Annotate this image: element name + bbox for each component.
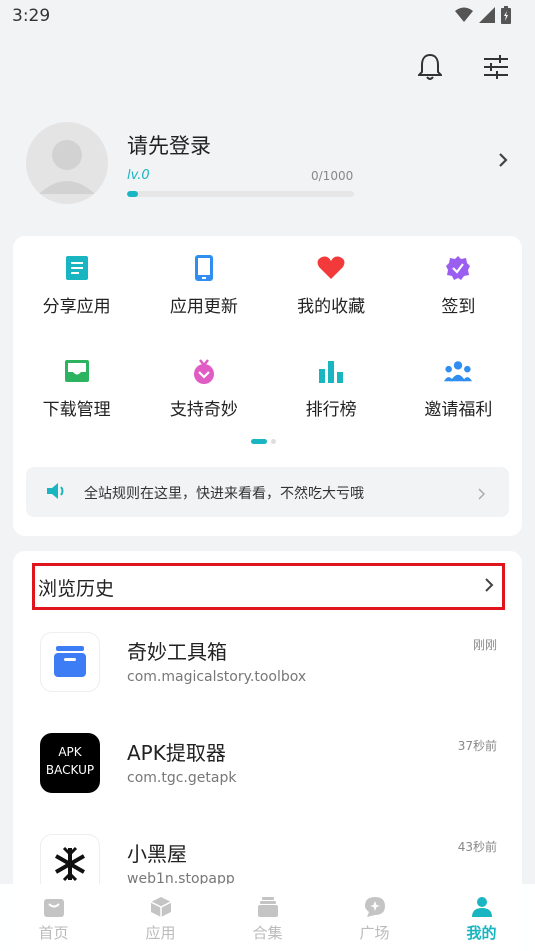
login-prompt[interactable]: 请先登录 [127,130,211,160]
apk-backup-app-icon: APK BACKUP [40,733,100,793]
battery-icon [501,6,511,24]
tab-label: 广场 [359,924,390,942]
ranking-icon [317,357,345,385]
exp-counter: 0/1000 [311,169,354,183]
settings-sliders-icon[interactable] [481,50,511,84]
backup-icon-text: BACKUP [45,763,95,777]
action-app-update[interactable]: 应用更新 [140,254,267,317]
tab-label: 合集 [252,924,283,942]
visit-time: 刚刚 [472,638,497,652]
action-share-app[interactable]: 分享应用 [13,254,140,317]
home-icon [43,899,64,917]
quick-actions-grid: 分享应用 应用更新 我的收藏 签到 下载管理 支持奇妙 排行榜 邀请福利 [13,254,522,420]
chevron-right-icon [478,485,486,504]
action-label: 签到 [441,297,476,317]
action-download-manage[interactable]: 下载管理 [13,357,140,420]
heart-icon [317,254,345,282]
chevron-right-icon [484,577,494,597]
invite-icon [444,357,473,385]
history-header[interactable]: 浏览历史 [32,563,505,610]
page-indicator [251,439,276,444]
toolbox-app-icon [40,632,100,692]
level-progress-bar [127,191,354,197]
signal-icon [479,7,495,23]
status-time: 3:29 [12,6,51,26]
action-label: 下载管理 [42,400,111,420]
check-in-icon [444,254,472,282]
tab-apps[interactable]: 应用 [107,884,214,951]
chevron-right-icon[interactable] [498,152,508,172]
action-label: 支持奇妙 [169,400,238,420]
tab-label: 我的 [466,924,497,942]
app-name: 小黑屋 [127,842,187,866]
tab-label: 首页 [38,924,69,942]
wifi-icon [455,7,473,22]
action-favorites[interactable]: 我的收藏 [268,254,395,317]
app-package: com.tgc.getapk [127,770,237,786]
action-label: 应用更新 [169,297,238,317]
top-toolbar [415,50,511,84]
notice-banner[interactable]: 全站规则在这里，快进来看看，不然吃大亏哦 [26,467,509,517]
bottom-tab-bar: 首页 应用 合集 广场 我的 [0,884,535,951]
level-progress-fill [127,191,139,197]
action-label: 我的收藏 [297,297,366,317]
share-app-icon [63,254,91,282]
action-ranking[interactable]: 排行榜 [268,357,395,420]
profile-header[interactable]: 请先登录 lv.0 0/1000 [26,122,516,206]
action-invite[interactable]: 邀请福利 [395,357,522,420]
tab-home[interactable]: 首页 [0,884,107,951]
history-title: 浏览历史 [38,578,115,600]
action-check-in[interactable]: 签到 [395,254,522,317]
collection-icon [257,897,278,917]
plaza-icon [364,897,385,917]
speaker-icon [46,481,68,505]
history-item[interactable]: 奇妙工具箱 com.magicalstory.toolbox 刚刚 [40,632,500,694]
visit-time: 43秒前 [457,840,497,854]
tab-collection[interactable]: 合集 [214,884,321,951]
notice-text: 全站规则在这里，快进来看看，不然吃大亏哦 [84,486,364,502]
notification-bell-icon[interactable] [415,50,445,84]
tab-profile[interactable]: 我的 [428,884,535,951]
page-dot [271,439,276,444]
status-bar: 3:29 [0,0,535,32]
action-label: 邀请福利 [424,400,493,420]
page-dot-active [251,439,267,444]
app-name: 奇妙工具箱 [127,640,227,664]
visit-time: 37秒前 [457,739,497,753]
action-support[interactable]: 支持奇妙 [140,357,267,420]
tab-plaza[interactable]: 广场 [321,884,428,951]
avatar[interactable] [26,122,108,204]
action-label: 分享应用 [42,297,111,317]
action-label: 排行榜 [305,400,357,420]
apk-icon-text: APK [58,745,82,759]
profile-icon [471,897,492,917]
quick-actions-card: 分享应用 应用更新 我的收藏 签到 下载管理 支持奇妙 排行榜 邀请福利 全站规… [13,236,522,536]
apps-icon [150,897,171,917]
download-manage-icon [63,357,91,385]
app-update-icon [190,254,218,282]
level-badge: lv.0 [127,168,150,183]
app-package: com.magicalstory.toolbox [127,669,307,685]
app-name: APK提取器 [127,741,226,765]
status-icons [455,6,511,24]
support-icon [190,357,218,385]
history-item[interactable]: APK BACKUP APK提取器 com.tgc.getapk 37秒前 [40,733,500,795]
tab-label: 应用 [145,924,176,942]
